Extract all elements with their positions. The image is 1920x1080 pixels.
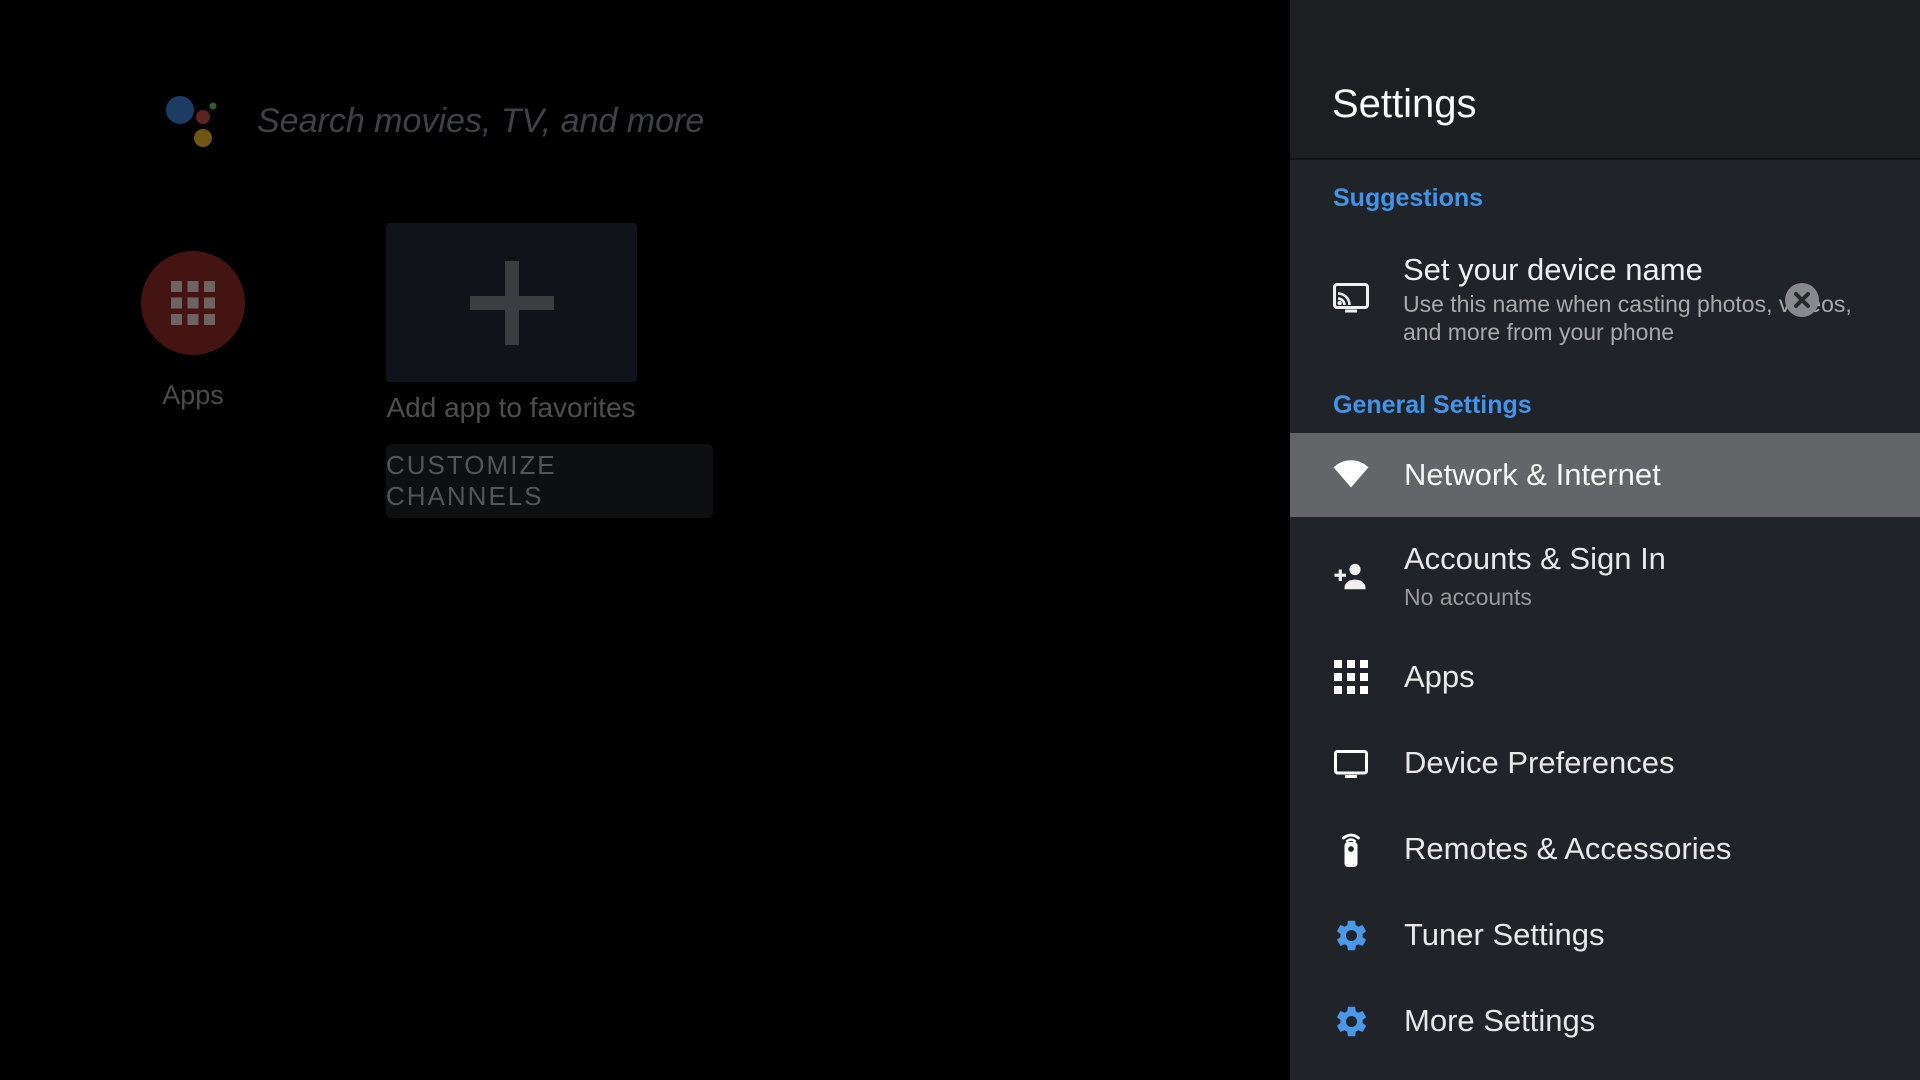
search-bar[interactable]: Search movies, TV, and more	[163, 88, 863, 154]
gear-icon	[1331, 915, 1371, 955]
add-app-to-favorites-tile[interactable]	[386, 223, 637, 382]
search-placeholder: Search movies, TV, and more	[257, 102, 704, 141]
apps-button-label: Apps	[113, 380, 273, 411]
plus-icon	[470, 261, 554, 345]
customize-channels-button[interactable]: CUSTOMIZE CHANNELS	[386, 444, 713, 518]
remote-icon	[1331, 829, 1371, 869]
menu-item-label: Device Preferences	[1404, 745, 1675, 780]
suggestion-title: Set your device name	[1403, 252, 1703, 288]
menu-item-label: Tuner Settings	[1404, 917, 1604, 952]
menu-item-label: Apps	[1404, 659, 1475, 694]
wifi-icon	[1331, 455, 1371, 495]
person-add-icon	[1331, 556, 1371, 596]
menu-item-accounts-sign-in[interactable]: Accounts & Sign In No accounts	[1290, 517, 1920, 634]
settings-header: Settings	[1290, 0, 1920, 160]
tv-icon	[1331, 743, 1371, 783]
apps-button[interactable]	[141, 251, 245, 355]
menu-item-sublabel: No accounts	[1404, 584, 1666, 611]
menu-item-label: Accounts & Sign In	[1404, 541, 1666, 576]
suggestion-set-device-name[interactable]: Set your device name Use this name when …	[1290, 236, 1920, 366]
google-assistant-icon	[163, 88, 221, 154]
settings-menu: Network & Internet Accounts & Sign In No…	[1290, 433, 1920, 1064]
menu-item-label: Remotes & Accessories	[1404, 831, 1731, 866]
home-screen-dimmed: Search movies, TV, and more Apps Add app…	[0, 0, 1290, 1080]
menu-item-remotes-accessories[interactable]: Remotes & Accessories	[1290, 806, 1920, 892]
gear-icon	[1331, 1001, 1371, 1041]
add-app-label: Add app to favorites	[361, 392, 661, 424]
cast-icon	[1331, 277, 1371, 317]
settings-title: Settings	[1332, 82, 1477, 127]
menu-item-label: Network & Internet	[1404, 457, 1661, 492]
menu-item-network-internet[interactable]: Network & Internet	[1290, 433, 1920, 517]
menu-item-device-preferences[interactable]: Device Preferences	[1290, 720, 1920, 806]
customize-channels-label: CUSTOMIZE CHANNELS	[386, 450, 713, 512]
menu-item-apps[interactable]: Apps	[1290, 634, 1920, 720]
menu-item-label: More Settings	[1404, 1003, 1595, 1038]
menu-item-tuner-settings[interactable]: Tuner Settings	[1290, 892, 1920, 978]
close-icon	[1792, 290, 1812, 310]
suggestions-section-header: Suggestions	[1333, 184, 1483, 213]
android-tv-screen: { "home": { "search_placeholder": "Searc…	[0, 0, 1920, 1080]
general-settings-section-header: General Settings	[1333, 391, 1532, 420]
menu-item-more-settings[interactable]: More Settings	[1290, 978, 1920, 1064]
apps-grid-icon	[1331, 657, 1371, 697]
dismiss-suggestion-button[interactable]	[1785, 283, 1819, 317]
settings-panel: Settings Suggestions Set your device nam…	[1290, 0, 1920, 1080]
apps-grid-icon	[171, 281, 215, 325]
